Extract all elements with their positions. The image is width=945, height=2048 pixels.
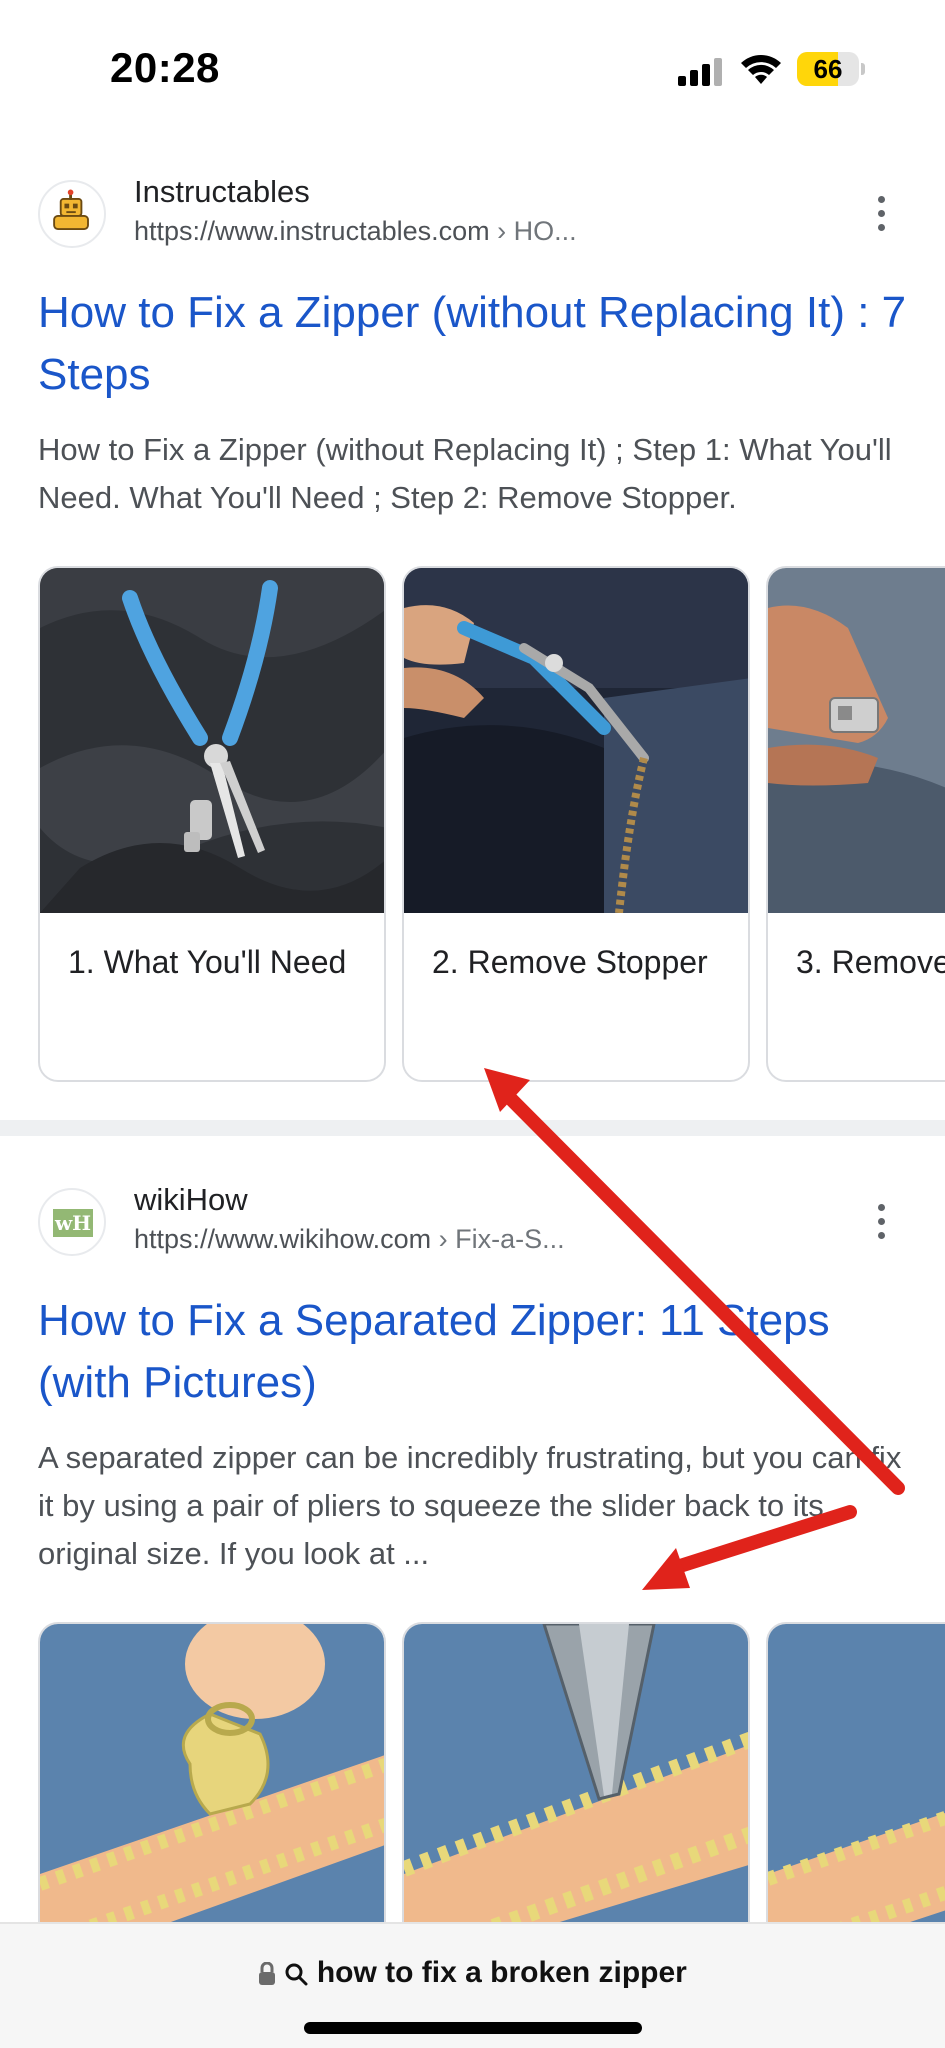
search-icon	[285, 1963, 308, 1986]
address-query: how to fix a broken zipper	[316, 1956, 687, 1989]
step-card[interactable]: 2. Remove Stopper	[402, 566, 750, 1082]
pliers-on-zipper-illustration-image	[404, 1624, 748, 1969]
battery-level: 66	[813, 54, 843, 84]
url-text: https://www.instructables.com	[134, 216, 490, 246]
step-label: 2. Remove Stopper	[432, 944, 708, 980]
url-breadcrumb: › Fix-a-S...	[438, 1224, 565, 1254]
zipper-illustration-image	[768, 1624, 945, 1969]
browser-bottom-bar: how to fix a broken zipper	[0, 1922, 945, 2048]
status-bar: 20:28 66	[0, 0, 945, 120]
site-url: https://www.instructables.com › HO...	[134, 216, 577, 247]
result-title-link[interactable]: How to Fix a Zipper (without Replacing I…	[38, 282, 908, 406]
url-text: https://www.wikihow.com	[134, 1224, 432, 1254]
site-url: https://www.wikihow.com › Fix-a-S...	[134, 1224, 565, 1255]
more-options-icon[interactable]	[874, 196, 888, 232]
site-name: Instructables	[134, 174, 310, 209]
url-breadcrumb: › HO...	[497, 216, 577, 246]
result-source[interactable]: Instructables https://www.instructables.…	[38, 174, 908, 254]
result-title-link[interactable]: How to Fix a Separated Zipper: 11 Steps …	[38, 1290, 908, 1414]
pliers-on-zipper-image	[404, 568, 748, 913]
step-label: 3. Remove Pull	[796, 944, 945, 980]
step-label: 1. What You'll Need	[68, 944, 347, 980]
cellular-signal-icon	[678, 58, 722, 86]
wikihow-logo-icon: wH	[38, 1188, 106, 1256]
wifi-icon	[741, 55, 781, 84]
favicon-text: wH	[53, 1209, 93, 1237]
pliers-on-fabric-image	[40, 568, 384, 913]
result-snippet: How to Fix a Zipper (without Replacing I…	[38, 432, 892, 515]
status-time: 20:28	[110, 44, 220, 91]
step-card[interactable]: 3. Remove Pull	[766, 566, 945, 1082]
more-options-icon[interactable]	[874, 1204, 888, 1240]
zipper-slider-illustration-image	[40, 1624, 384, 1969]
lock-icon	[259, 1962, 276, 1986]
step-card[interactable]: 1. What You'll Need	[38, 566, 386, 1082]
result-snippet: A separated zipper can be incredibly fru…	[38, 1440, 902, 1571]
instructables-robot-icon	[38, 180, 106, 248]
site-name: wikiHow	[134, 1182, 248, 1217]
home-indicator[interactable]	[304, 2022, 642, 2034]
step-carousel[interactable]: 1. What You'll Need 2. Remove Stopper 3.…	[38, 566, 945, 1086]
zipper-slider-in-fingers-image	[768, 568, 945, 913]
address-bar[interactable]: how to fix a broken zipper	[0, 1956, 945, 1996]
result-separator	[0, 1120, 945, 1136]
battery-icon: 66	[797, 52, 865, 86]
result-source[interactable]: wH wikiHow https://www.wikihow.com › Fix…	[38, 1182, 908, 1262]
